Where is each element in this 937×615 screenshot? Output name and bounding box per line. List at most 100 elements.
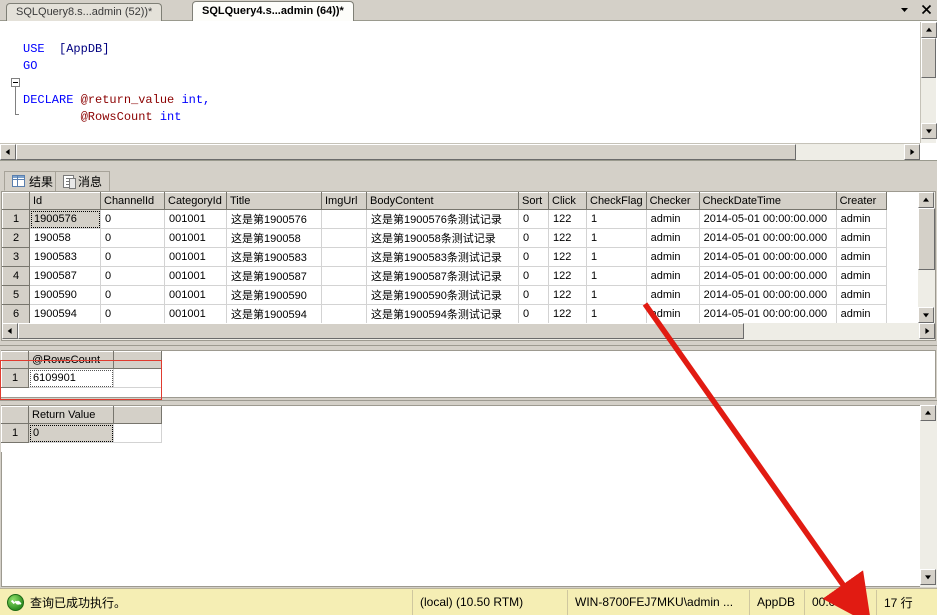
cell-imgurl[interactable] — [321, 285, 367, 305]
column-header-sort[interactable]: Sort — [518, 192, 549, 210]
cell-click[interactable]: 122 — [548, 228, 587, 248]
document-tab-sqlquery4[interactable]: SQLQuery4.s...admin (64))* — [192, 1, 354, 21]
row-number[interactable]: 4 — [2, 266, 30, 286]
cell-checker[interactable]: admin — [646, 266, 700, 286]
document-tab-sqlquery8[interactable]: SQLQuery8.s...admin (52))* — [6, 3, 163, 21]
column-header-checkflag[interactable]: CheckFlag — [586, 192, 647, 210]
cell-click[interactable]: 122 — [548, 285, 587, 305]
editor-outlining-margin[interactable] — [9, 21, 23, 160]
grid-corner-header[interactable] — [1, 406, 29, 424]
editor-horizontal-scrollbar[interactable] — [0, 143, 920, 160]
grid-hscroll-track[interactable] — [744, 323, 904, 339]
row-number[interactable]: 1 — [1, 368, 29, 388]
scroll-up-icon[interactable] — [921, 22, 937, 38]
grid-corner-header[interactable] — [2, 192, 30, 210]
cell-checker[interactable]: admin — [646, 304, 700, 324]
grid-scroll-down-icon[interactable] — [918, 307, 934, 323]
scroll-left-icon[interactable] — [0, 144, 16, 160]
cell-channelid[interactable]: 0 — [100, 228, 165, 248]
table-row[interactable]: 5 1900590 0 001001 这是第1900590 这是第1900590条测试记录… — [2, 285, 887, 305]
cell-id[interactable]: 1900587 — [29, 266, 101, 286]
cell-categoryid[interactable]: 001001 — [164, 266, 227, 286]
scroll-right-icon[interactable] — [904, 144, 920, 160]
row-number[interactable]: 2 — [2, 228, 30, 248]
cell-id[interactable]: 1900576 — [29, 209, 101, 229]
column-header-click[interactable]: Click — [548, 192, 587, 210]
grid-vscroll-track[interactable] — [918, 270, 935, 307]
cell-imgurl[interactable] — [321, 304, 367, 324]
editor-vertical-scrollbar[interactable] — [920, 22, 937, 143]
cell-bodycontent[interactable]: 这是第190058条测试记录 — [366, 228, 519, 248]
cell-title[interactable]: 这是第1900583 — [226, 247, 322, 267]
cell-sort[interactable]: 0 — [518, 266, 549, 286]
cell-categoryid[interactable]: 001001 — [164, 209, 227, 229]
cell-sort[interactable]: 0 — [518, 285, 549, 305]
result-grid-returnvalue[interactable]: Return Value 1 0 — [1, 406, 935, 452]
column-header-bodycontent[interactable]: BodyContent — [366, 192, 519, 210]
cell-creater[interactable]: admin — [836, 304, 887, 324]
column-header-returnvalue[interactable]: Return Value — [28, 406, 114, 424]
cell-bodycontent[interactable]: 这是第1900583条测试记录 — [366, 247, 519, 267]
cell-checkflag[interactable]: 1 — [586, 247, 647, 267]
cell-bodycontent[interactable]: 这是第1900590条测试记录 — [366, 285, 519, 305]
cell-imgurl[interactable] — [321, 266, 367, 286]
cell-creater[interactable]: admin — [836, 266, 887, 286]
editor-hscroll-thumb[interactable] — [16, 144, 796, 160]
column-header-checker[interactable]: Checker — [645, 192, 700, 210]
grid-scroll-right-icon[interactable] — [919, 323, 935, 339]
cell-sort[interactable]: 0 — [518, 209, 549, 229]
cell-id[interactable]: 1900590 — [29, 285, 101, 305]
cell-checkflag[interactable]: 1 — [586, 228, 647, 248]
table-row[interactable]: 1 0 — [1, 423, 162, 443]
row-number[interactable]: 6 — [2, 304, 30, 324]
grid-hscroll-thumb[interactable] — [18, 323, 744, 339]
cell-checker[interactable]: admin — [646, 247, 700, 267]
cell-channelid[interactable]: 0 — [100, 266, 165, 286]
result-grid-rowscount[interactable]: @RowsCount 1 6109901 — [1, 351, 935, 397]
close-icon[interactable] — [920, 4, 933, 17]
cell-checkdatetime[interactable]: 2014-05-01 00:00:00.000 — [699, 266, 837, 286]
cell-bodycontent[interactable]: 这是第1900576条测试记录 — [366, 209, 519, 229]
table-row[interactable]: 4 1900587 0 001001 这是第1900587 这是第1900587条测试记录… — [2, 266, 887, 286]
lower-scroll-down-icon[interactable] — [920, 569, 936, 585]
cell-title[interactable]: 这是第190058 — [226, 228, 322, 248]
cell-creater[interactable]: admin — [836, 209, 887, 229]
cell-categoryid[interactable]: 001001 — [164, 247, 227, 267]
cell-title[interactable]: 这是第1900594 — [226, 304, 322, 324]
cell-checkflag[interactable]: 1 — [586, 266, 647, 286]
cell-title[interactable]: 这是第1900576 — [226, 209, 322, 229]
cell-checkdatetime[interactable]: 2014-05-01 00:00:00.000 — [699, 285, 837, 305]
cell-rowscount-value[interactable]: 6109901 — [28, 368, 114, 388]
cell-checkflag[interactable]: 1 — [586, 209, 647, 229]
cell-channelid[interactable]: 0 — [100, 209, 165, 229]
table-row[interactable]: 3 1900583 0 001001 这是第1900583 这是第1900583条测试记录… — [2, 247, 887, 267]
cell-categoryid[interactable]: 001001 — [164, 228, 227, 248]
cell-creater[interactable]: admin — [836, 247, 887, 267]
tab-results[interactable]: 结果 — [4, 171, 62, 191]
cell-click[interactable]: 122 — [548, 247, 587, 267]
table-row[interactable]: 1 6109901 — [1, 368, 162, 388]
sql-editor[interactable]: USE [AppDB] GO DECLARE @return_value int… — [0, 21, 937, 161]
cell-creater[interactable]: admin — [836, 285, 887, 305]
cell-checkdatetime[interactable]: 2014-05-01 00:00:00.000 — [699, 209, 837, 229]
editor-vscroll-track[interactable] — [921, 78, 936, 123]
collapse-box-declare[interactable] — [11, 78, 20, 87]
cell-creater[interactable]: admin — [836, 228, 887, 248]
cell-sort[interactable]: 0 — [518, 247, 549, 267]
grid-vscroll-thumb[interactable] — [918, 208, 935, 270]
cell-title[interactable]: 这是第1900587 — [226, 266, 322, 286]
cell-checkflag[interactable]: 1 — [586, 304, 647, 324]
table-row[interactable]: 2 190058 0 001001 这是第190058 这是第190058条测试记录 0 12… — [2, 228, 887, 248]
column-header-rowscount[interactable]: @RowsCount — [28, 351, 114, 369]
cell-returnvalue[interactable]: 0 — [28, 423, 114, 443]
cell-checkdatetime[interactable]: 2014-05-01 00:00:00.000 — [699, 247, 837, 267]
row-number[interactable]: 1 — [1, 423, 29, 443]
table-row[interactable]: 1 1900576 0 001001 这是第1900576 这是第1900576条测试记录… — [2, 209, 887, 229]
cell-click[interactable]: 122 — [548, 304, 587, 324]
grid-scroll-up-icon[interactable] — [918, 192, 934, 208]
column-header-creater[interactable]: Creater — [835, 192, 887, 210]
row-number[interactable]: 1 — [2, 209, 30, 229]
result-grid-main[interactable]: Id ChannelId CategoryId Title ImgUrl Bod… — [1, 191, 936, 341]
cell-sort[interactable]: 0 — [518, 228, 549, 248]
cell-click[interactable]: 122 — [548, 266, 587, 286]
